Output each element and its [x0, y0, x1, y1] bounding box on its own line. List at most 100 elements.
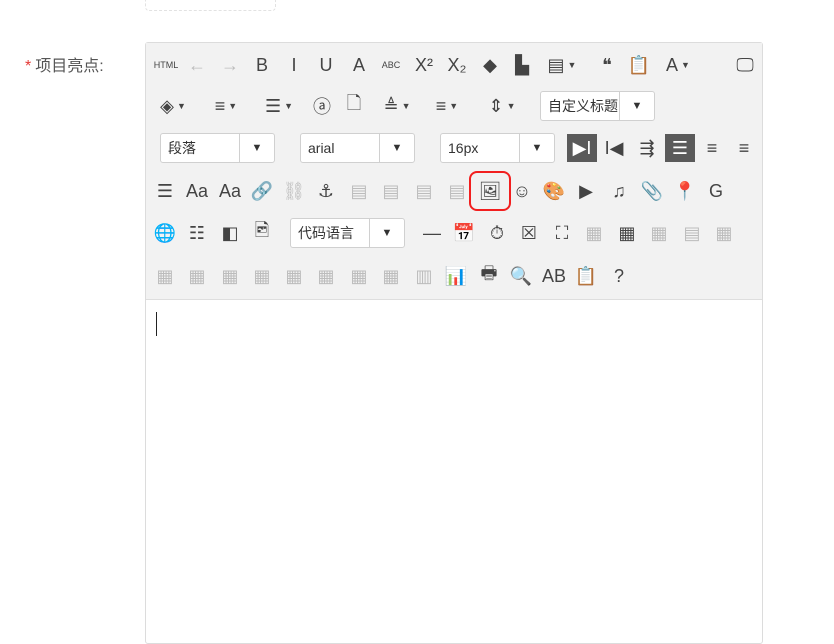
attachment-icon[interactable]: 📎	[637, 177, 667, 205]
help-icon[interactable]: ?	[604, 262, 634, 290]
auto-format-icon[interactable]: ▙	[507, 51, 537, 79]
delete-row-icon[interactable]: ▦	[150, 262, 180, 290]
superscript-icon[interactable]: X²	[409, 51, 439, 79]
insert-video-icon[interactable]: ▶	[571, 177, 601, 205]
print-icon[interactable]: 🖶	[474, 262, 504, 290]
italic-icon[interactable]: I	[279, 51, 309, 79]
split-cols-icon[interactable]: ▥	[409, 262, 439, 290]
delete-col-icon[interactable]: ▦	[215, 262, 245, 290]
image-center-icon[interactable]: ▤	[442, 177, 472, 205]
scrawl-icon[interactable]: 🎨	[539, 177, 569, 205]
unlink-icon[interactable]: ⛓	[279, 177, 309, 205]
date-icon[interactable]: 📅	[449, 219, 479, 247]
image-left-icon[interactable]: ▤	[376, 177, 406, 205]
font-family-select[interactable]: arial ▼	[300, 133, 415, 163]
background-color-icon[interactable]: ◈ ▼	[151, 92, 195, 120]
font-size-select[interactable]: 16px ▼	[440, 133, 555, 163]
custom-style-select[interactable]: 自定义标题 ▼	[540, 91, 655, 121]
preview-icon[interactable]: 🔍	[506, 262, 536, 290]
paragraph-select[interactable]: 段落 ▼	[160, 133, 275, 163]
align-center-icon[interactable]: ≡	[697, 134, 727, 162]
paragraph-spacing-icon[interactable]: ≜ ▼	[375, 92, 419, 120]
bold-icon[interactable]: B	[247, 51, 277, 79]
lowercase-icon-glyph: Aa	[218, 180, 242, 201]
fullscreen-icon[interactable]: 🖵	[730, 51, 760, 79]
map-icon[interactable]: 📍	[670, 177, 700, 205]
auto-format-icon-glyph: ▙	[515, 54, 529, 75]
delete-table-icon[interactable]: ▦	[644, 219, 674, 247]
chevron-down-icon[interactable]: ▼	[619, 92, 654, 120]
lowercase-icon[interactable]: Aa	[215, 177, 245, 205]
music-icon[interactable]: ♫	[604, 177, 634, 205]
word-image-icon[interactable]: ▦	[579, 219, 609, 247]
row-spacing-icon[interactable]: ≡ ▼	[425, 92, 469, 120]
anchor-icon[interactable]: ⚓	[311, 177, 341, 205]
snapscreen-icon[interactable]: ⛶	[547, 219, 577, 247]
page-break-icon[interactable]: ◧	[215, 219, 245, 247]
paste-plain-icon[interactable]: 📋	[624, 51, 654, 79]
link-icon[interactable]: 🔗	[247, 177, 277, 205]
search-replace-icon[interactable]: AB	[539, 262, 569, 290]
uppercase-icon[interactable]: Aa	[182, 177, 212, 205]
time-icon-glyph: ⏱	[489, 222, 505, 243]
select-all-icon[interactable]: ⓐ	[307, 92, 337, 120]
chart-icon[interactable]: 📊	[441, 262, 471, 290]
ltr-direction-icon[interactable]: ▶I	[567, 134, 597, 162]
chevron-down-icon[interactable]: ▼	[379, 134, 414, 162]
image-right-icon[interactable]: ▤	[409, 177, 439, 205]
chevron-down-icon[interactable]: ▼	[239, 134, 274, 162]
eraser-icon[interactable]: ◆	[475, 51, 505, 79]
insert-frame-icon[interactable]: 🌐	[150, 219, 180, 247]
redo-icon[interactable]: →	[215, 51, 245, 79]
fullscreen-icon-glyph: 🖵	[736, 54, 754, 75]
font-border-icon[interactable]: A	[344, 51, 374, 79]
insert-image-icon[interactable]: 🖼	[469, 171, 511, 211]
html-source-icon[interactable]: HTML	[151, 51, 181, 79]
split-rows-icon[interactable]: ▦	[376, 262, 406, 290]
subscript-icon[interactable]: X₂	[442, 51, 472, 79]
font-color-icon[interactable]: A ▼	[656, 51, 700, 79]
merge-down-icon[interactable]: ▦	[311, 262, 341, 290]
image-none-icon[interactable]: ▤	[344, 177, 374, 205]
redo-icon-glyph: →	[221, 54, 239, 75]
justify-icon[interactable]: ☰	[150, 177, 180, 205]
link-icon-glyph: 🔗	[250, 180, 274, 201]
preview-icon-glyph: 🔍	[509, 265, 533, 286]
insert-table-icon-glyph: ▦	[618, 222, 636, 243]
spechars-icon[interactable]: ☒	[514, 219, 544, 247]
rtl-direction-icon[interactable]: I◀	[599, 134, 629, 162]
insert-code-icon[interactable]: ☷	[182, 219, 212, 247]
align-right-icon[interactable]: ≡	[729, 134, 759, 162]
split-cells-icon[interactable]: ▦	[344, 262, 374, 290]
undo-icon[interactable]: ←	[182, 51, 212, 79]
insert-table-icon[interactable]: ▦	[612, 219, 642, 247]
insert-col-icon[interactable]: ▦	[182, 262, 212, 290]
strikethrough-icon[interactable]: ABC	[376, 51, 406, 79]
indent-icon[interactable]: ⇶	[632, 134, 662, 162]
line-height-icon[interactable]: ⇕ ▼	[480, 92, 524, 120]
underline-icon[interactable]: U	[311, 51, 341, 79]
paste-word-icon[interactable]: 📋	[571, 262, 601, 290]
background-icon[interactable]: 🖻	[247, 219, 277, 247]
blockquote-icon[interactable]: ❝	[592, 51, 622, 79]
merge-right-icon[interactable]: ▦	[279, 262, 309, 290]
emotion-icon-glyph: ☺	[512, 180, 532, 201]
select-value: 自定义标题	[548, 98, 618, 114]
editor-content[interactable]	[146, 300, 762, 640]
insert-row-above-icon[interactable]: ▦	[709, 219, 739, 247]
merge-cells-icon[interactable]: ▦	[247, 262, 277, 290]
unordered-list-icon[interactable]: ☰ ▼	[257, 92, 301, 120]
horizontal-rule-icon[interactable]: —	[417, 219, 447, 247]
code-language-select[interactable]: 代码语言 ▼	[290, 218, 405, 248]
clear-doc-icon[interactable]: 🗋	[339, 92, 369, 120]
chevron-down-icon[interactable]: ▼	[369, 219, 404, 247]
time-icon[interactable]: ⏱	[482, 219, 512, 247]
anchor-icon-glyph: ⚓	[317, 180, 335, 201]
ordered-list-icon[interactable]: ≡ ▼	[204, 92, 248, 120]
insert-caption-icon[interactable]: ▤	[677, 219, 707, 247]
align-left-icon[interactable]: ☰	[665, 134, 695, 162]
chevron-down-icon[interactable]: ▼	[519, 134, 554, 162]
google-map-icon[interactable]: G	[701, 177, 731, 205]
emotion-icon[interactable]: ☺	[507, 177, 537, 205]
template-icon[interactable]: ▤ ▼	[540, 51, 584, 79]
